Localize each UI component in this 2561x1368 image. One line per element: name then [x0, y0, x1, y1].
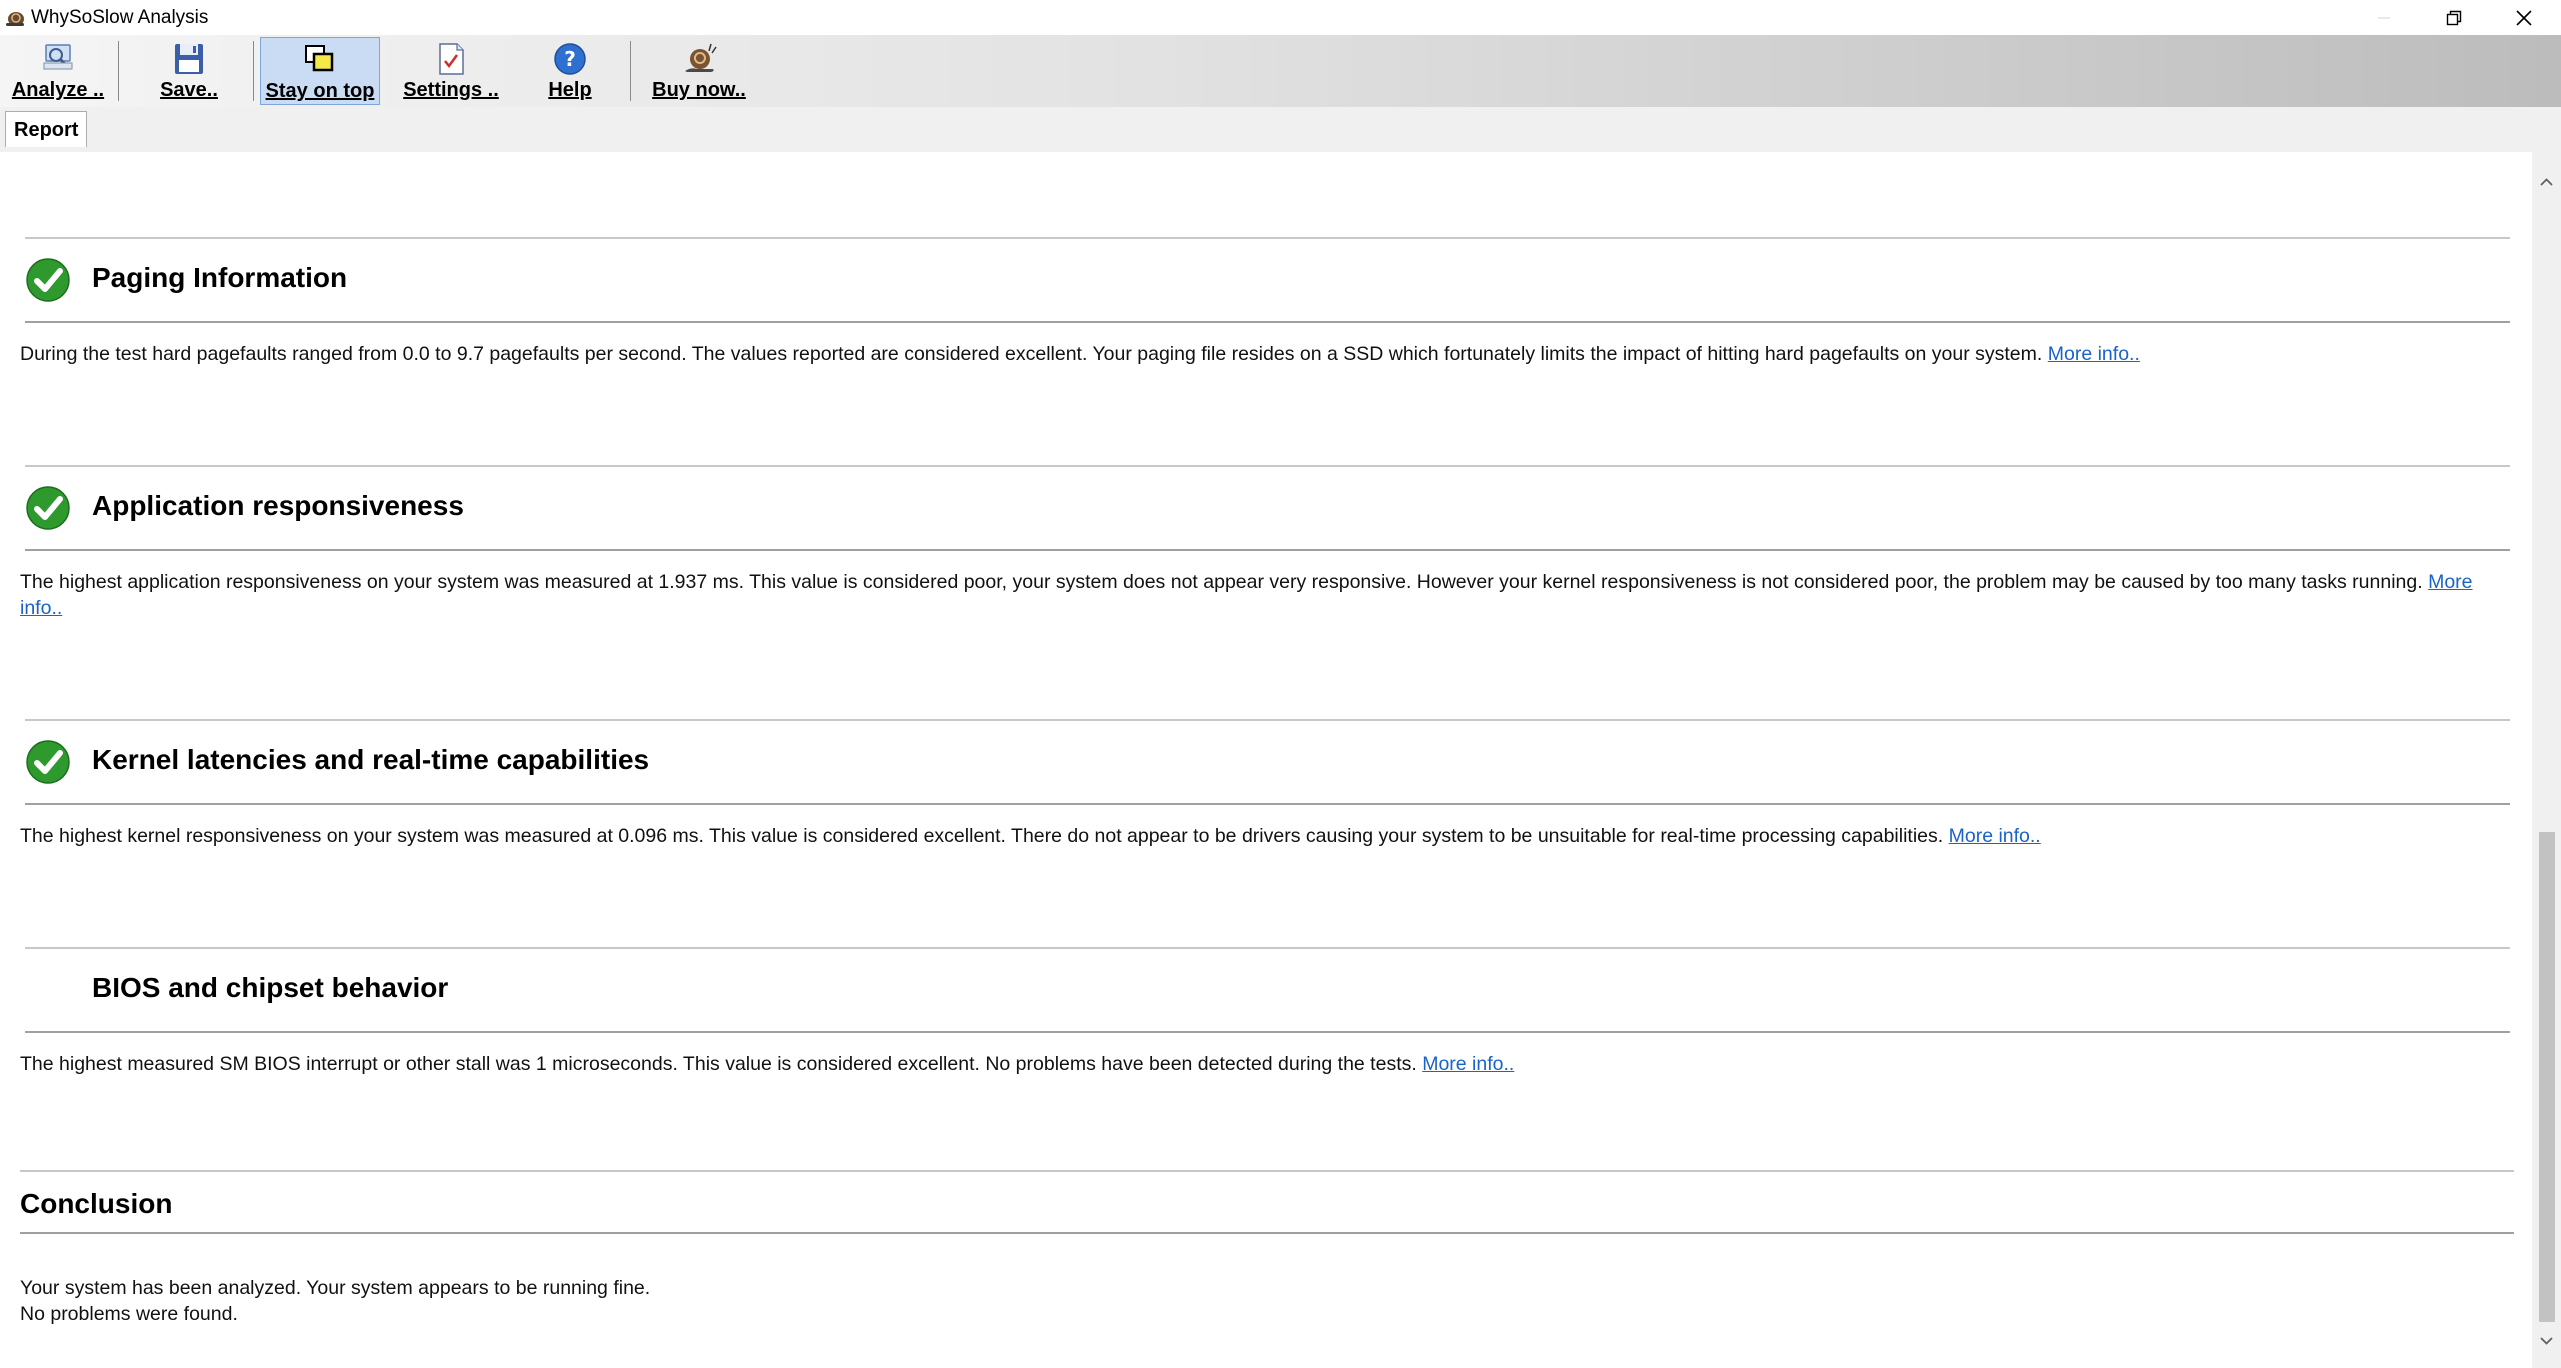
checklist-icon: [439, 43, 464, 75]
close-icon: [2516, 9, 2532, 26]
tab-strip: Report: [0, 107, 2561, 152]
section-title: Paging Information: [92, 262, 348, 293]
check-icon: [26, 258, 70, 302]
stay-on-top-button[interactable]: Stay on top: [260, 37, 380, 105]
minimize-icon: [2378, 16, 2390, 19]
vertical-scrollbar[interactable]: [2532, 152, 2561, 1368]
conclusion-line: Your system has been analyzed. Your syst…: [20, 1277, 651, 1299]
more-info-link[interactable]: More info..: [1422, 1053, 1514, 1075]
scroll-down-icon[interactable]: [2536, 1330, 2557, 1351]
analyze-label: Analyze ..: [11, 79, 105, 101]
conclusion-title: Conclusion: [20, 1188, 173, 1219]
section-divider: [25, 719, 2510, 721]
restore-button[interactable]: [2419, 0, 2489, 35]
kernel-description: The highest kernel responsiveness on you…: [20, 825, 1944, 847]
conclusion-line: No problems were found.: [20, 1303, 238, 1325]
check-icon: [26, 740, 70, 784]
section-divider: [25, 803, 2510, 805]
section-divider: [20, 1232, 2514, 1234]
section-title: Kernel latencies and real-time capabilit…: [92, 744, 650, 775]
section-title: BIOS and chipset behavior: [92, 972, 449, 1003]
minimize-button[interactable]: [2349, 0, 2419, 35]
tab-report[interactable]: Report: [5, 111, 88, 147]
toolbar: Analyze .. Save.. Stay on top Settings .…: [0, 35, 2561, 107]
section-text: The highest application responsiveness o…: [20, 569, 2510, 621]
scroll-up-icon[interactable]: [2536, 172, 2557, 193]
settings-label: Settings ..: [403, 79, 499, 101]
floppy-disk-icon: [175, 44, 203, 74]
save-label: Save..: [160, 79, 218, 101]
help-label: Help: [548, 79, 592, 101]
buy-now-button[interactable]: Buy now..: [646, 37, 752, 105]
save-button[interactable]: Save..: [150, 37, 228, 105]
section-text: The highest kernel responsiveness on you…: [20, 823, 2510, 849]
scroll-thumb[interactable]: [2539, 832, 2555, 1322]
paging-description: During the test hard pagefaults ranged f…: [20, 343, 2043, 365]
toolbar-separator: [118, 41, 119, 101]
help-button[interactable]: ? Help: [530, 37, 610, 105]
title-bar: WhySoSlow Analysis: [0, 0, 2561, 35]
close-button[interactable]: [2489, 0, 2559, 35]
section-divider: [25, 237, 2510, 239]
settings-button[interactable]: Settings ..: [398, 37, 504, 105]
section-title: Application responsiveness: [92, 490, 464, 521]
section-text: During the test hard pagefaults ranged f…: [20, 341, 2510, 367]
more-info-link[interactable]: More info..: [1949, 825, 2041, 847]
help-icon: ?: [554, 43, 586, 75]
bios-description: The highest measured SM BIOS interrupt o…: [20, 1053, 1417, 1075]
responsiveness-description: The highest application responsiveness o…: [20, 571, 2423, 593]
toolbar-separator: [253, 41, 254, 101]
magnifier-icon: [43, 44, 73, 70]
section-divider: [25, 1031, 2510, 1033]
stacked-windows-icon: [305, 45, 334, 72]
section-divider: [20, 1170, 2514, 1172]
snail-app-icon: [6, 12, 24, 26]
toolbar-separator: [630, 41, 631, 101]
more-info-link[interactable]: More info..: [2048, 343, 2140, 365]
svg-text:?: ?: [564, 47, 576, 71]
analyze-button[interactable]: Analyze ..: [4, 37, 112, 105]
section-divider: [25, 549, 2510, 551]
section-divider: [25, 321, 2510, 323]
section-text: The highest measured SM BIOS interrupt o…: [20, 1051, 2510, 1077]
section-divider: [25, 947, 2510, 949]
report-content: Paging Information During the test hard …: [0, 152, 2532, 1368]
snail-icon: [685, 43, 717, 72]
buy-now-label: Buy now..: [652, 79, 746, 101]
conclusion-text: Your system has been analyzed. Your syst…: [20, 1275, 2510, 1327]
check-icon: [26, 486, 70, 530]
window-title: WhySoSlow Analysis: [31, 7, 209, 28]
stay-on-top-label: Stay on top: [265, 80, 375, 102]
restore-icon: [2446, 10, 2462, 25]
section-divider: [25, 465, 2510, 467]
